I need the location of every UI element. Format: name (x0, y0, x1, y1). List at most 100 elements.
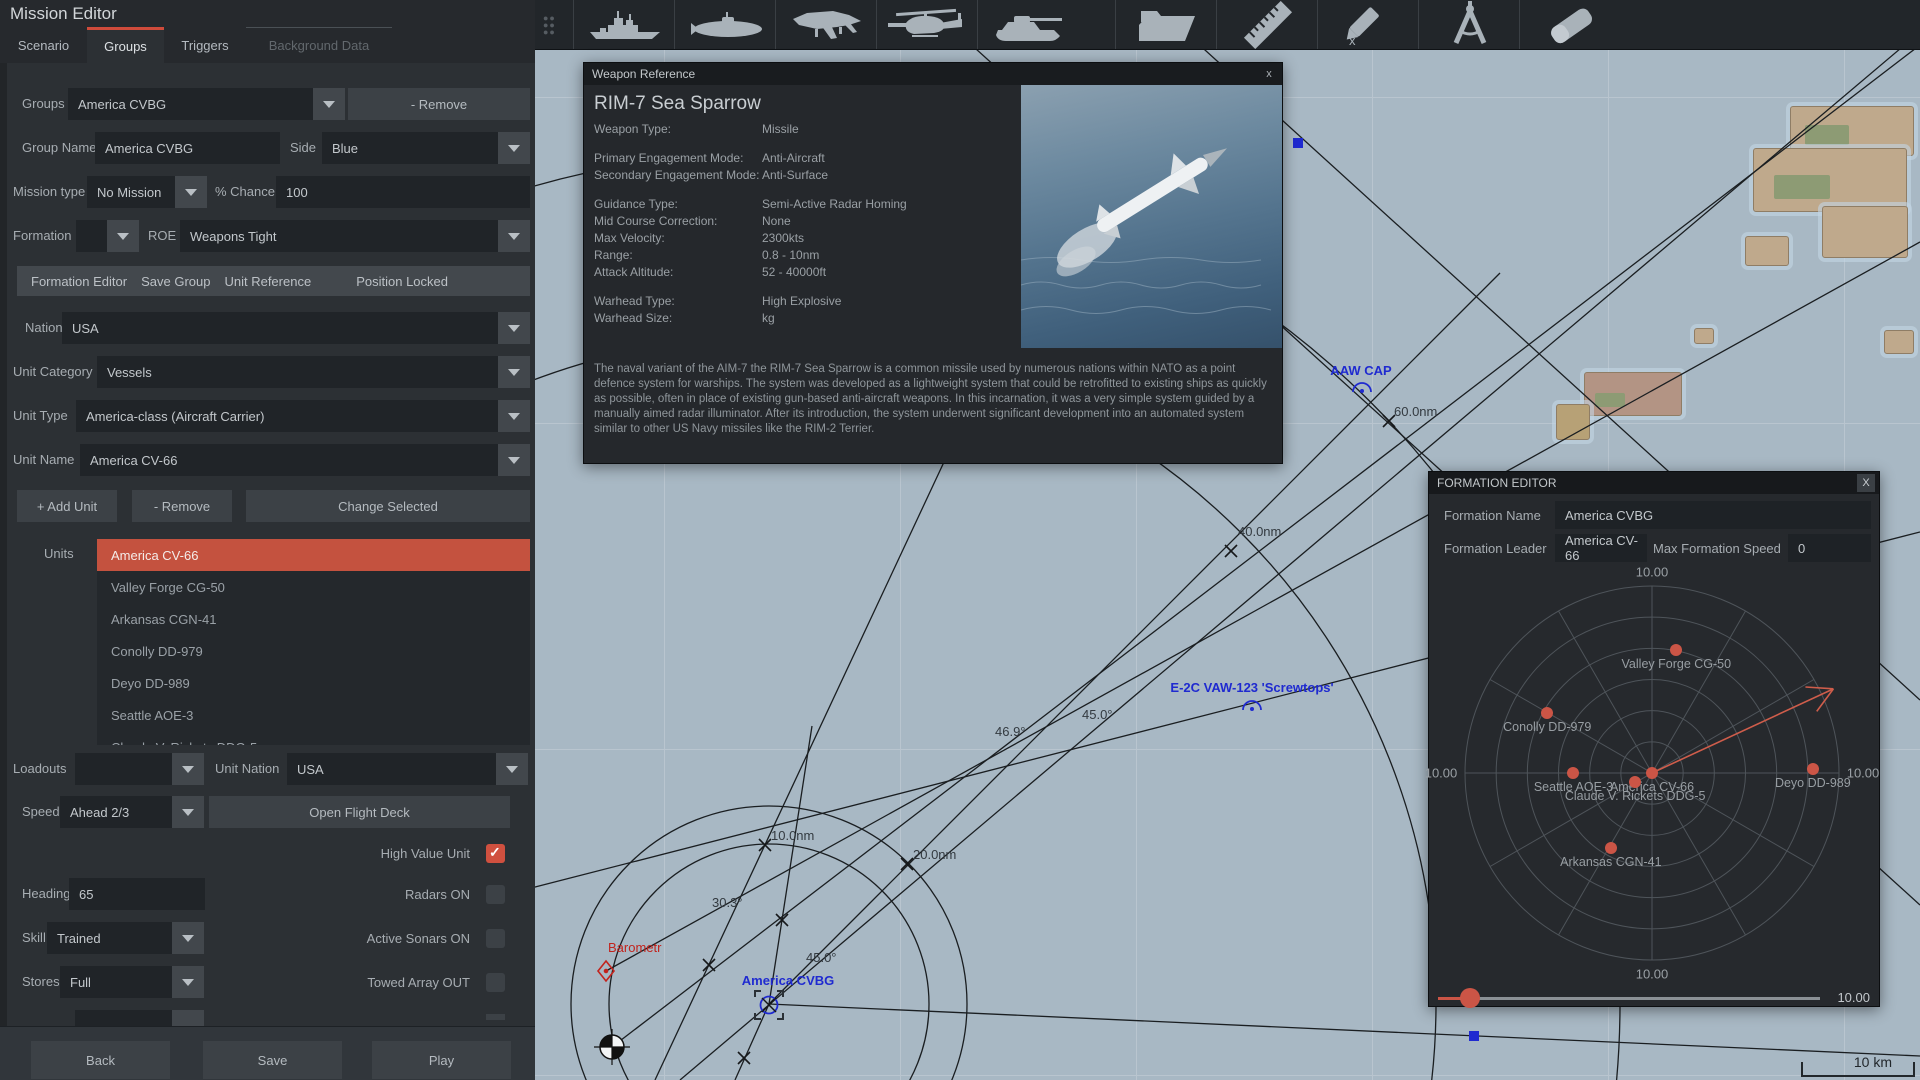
side-select[interactable]: Blue (322, 132, 498, 164)
tab-scenario[interactable]: Scenario (0, 27, 87, 63)
back-button[interactable]: Back (31, 1041, 170, 1079)
panel-title: Mission Editor (10, 4, 117, 23)
close-icon[interactable]: X (1857, 474, 1875, 492)
waypoint-cross[interactable] (900, 857, 914, 871)
group-name-input[interactable]: America CVBG (95, 132, 280, 164)
unit-list-item[interactable]: Arkansas CGN-41 (97, 603, 530, 635)
active-sonars-on-checkbox[interactable] (486, 929, 505, 948)
formation-ship-dot[interactable] (1629, 776, 1642, 789)
change-selected-button[interactable]: Change Selected (246, 490, 530, 522)
loadouts-dropdown-button[interactable] (172, 753, 204, 785)
formation-editor-button[interactable]: Formation Editor (31, 274, 127, 289)
nav-point-square[interactable] (1469, 1031, 1479, 1041)
waypoint-cross[interactable] (737, 1051, 751, 1065)
open-flight-deck-button[interactable]: Open Flight Deck (209, 796, 510, 828)
unit-list-item[interactable]: Seattle AOE-3 (97, 699, 530, 731)
nation-select[interactable]: USA (62, 312, 498, 344)
warship-icon-button[interactable] (573, 0, 675, 49)
skill-select[interactable]: Trained (47, 922, 172, 954)
max-formation-speed-input[interactable]: 0 (1788, 534, 1871, 562)
play-button[interactable]: Play (372, 1041, 511, 1079)
formation-ship-dot[interactable] (1541, 707, 1554, 720)
mission-type-select[interactable]: No Mission (87, 176, 175, 208)
speed-select[interactable]: Ahead 2/3 (60, 796, 172, 828)
unit-nation-select[interactable]: USA (287, 753, 496, 785)
remove-group-button[interactable]: - Remove (348, 88, 530, 120)
formation-ship-label: Valley Forge CG-50 (1621, 656, 1732, 671)
nav-point-square[interactable] (1293, 138, 1303, 148)
unit-list-item[interactable]: Valley Forge CG-50 (97, 571, 530, 603)
weapon-reference-titlebar[interactable]: Weapon Reference (584, 63, 1282, 85)
submarine-icon-button[interactable] (674, 0, 776, 49)
mission-type-dropdown-button[interactable] (175, 176, 207, 208)
tab-groups[interactable]: Groups (87, 27, 164, 63)
formation-editor-titlebar[interactable]: FORMATION EDITOR (1429, 472, 1879, 494)
helicopter-icon-button[interactable] (876, 0, 978, 49)
high-value-unit-checkbox[interactable] (486, 844, 505, 863)
unit-reference-button[interactable]: Unit Reference (224, 274, 311, 289)
roe-dropdown-button[interactable] (498, 220, 530, 252)
unit-list-item[interactable]: Deyo DD-989 (97, 667, 530, 699)
formation-ship-dot[interactable] (1806, 763, 1819, 776)
add-unit-button[interactable]: + Add Unit (17, 490, 117, 522)
unit-name-select[interactable]: America CV-66 (80, 444, 498, 476)
pencil-icon-button[interactable]: x (1317, 0, 1419, 49)
unit-type-select[interactable]: America-class (Aircraft Carrier) (76, 400, 498, 432)
unit-list-item[interactable]: America CV-66 (97, 539, 530, 571)
unit-category-select[interactable]: Vessels (97, 356, 498, 388)
position-locked-toggle[interactable]: Position Locked (356, 274, 448, 289)
formation-ship-dot[interactable] (1670, 643, 1683, 656)
groups-select[interactable]: America CVBG (68, 88, 313, 120)
stores-select[interactable]: Full (60, 966, 172, 998)
air-contact-symbol[interactable] (1242, 700, 1262, 711)
tank-icon-button[interactable] (977, 0, 1079, 49)
chance-input[interactable]: 100 (276, 176, 530, 208)
formation-name-input[interactable]: America CVBG (1555, 501, 1871, 529)
side-label: Side (290, 140, 317, 155)
unit-type-dropdown-button[interactable] (498, 400, 530, 432)
formation-leader-select[interactable]: America CV-66 (1555, 533, 1647, 563)
compass-icon-button[interactable] (1418, 0, 1520, 49)
speed-dropdown-button[interactable] (172, 796, 204, 828)
toolbar-grip-handle[interactable]: ●● ●● ●● (543, 14, 557, 37)
groups-dropdown-button[interactable] (313, 88, 345, 120)
unit-nation-dropdown-button[interactable] (496, 753, 528, 785)
formation-dropdown-button[interactable] (107, 220, 139, 252)
remove-unit-button[interactable]: - Remove (132, 490, 232, 522)
side-dropdown-button[interactable] (498, 132, 530, 164)
formation-ship-dot[interactable] (1646, 767, 1658, 779)
speed-label: Speed (22, 804, 60, 819)
heading-input[interactable]: 65 (69, 878, 205, 910)
formation-ship-dot[interactable] (1604, 841, 1617, 854)
unit-list-item[interactable]: Conolly DD-979 (97, 635, 530, 667)
unit-name-dropdown-button[interactable] (498, 444, 530, 476)
folder-icon-button[interactable] (1115, 0, 1217, 49)
stores-dropdown-button[interactable] (172, 966, 204, 998)
ruler-icon-button[interactable] (1216, 0, 1318, 49)
loadouts-select[interactable] (75, 753, 172, 785)
radars-on-checkbox[interactable] (486, 885, 505, 904)
save-button[interactable]: Save (203, 1041, 342, 1079)
tab-triggers[interactable]: Triggers (164, 27, 246, 63)
waypoint-cross[interactable] (702, 958, 716, 972)
waypoint-cross[interactable] (1224, 544, 1238, 558)
formation-ship-dot[interactable] (1567, 767, 1580, 779)
eraser-icon-button[interactable] (1519, 0, 1621, 49)
skill-dropdown-button[interactable] (172, 922, 204, 954)
roe-select[interactable]: Weapons Tight (180, 220, 498, 252)
unit-category-dropdown-button[interactable] (498, 356, 530, 388)
slider-knob[interactable] (1460, 988, 1480, 1008)
waypoint-cross[interactable] (758, 838, 772, 852)
towed-array-out-checkbox[interactable] (486, 973, 505, 992)
formation-polar-chart[interactable]: 10.00 10.00 10.00 10.00 America CV-66 Valley … (1425, 565, 1880, 982)
nation-dropdown-button[interactable] (498, 312, 530, 344)
save-group-button[interactable]: Save Group (141, 274, 210, 289)
panel-scrollbar[interactable] (0, 63, 7, 1026)
formation-select[interactable] (76, 220, 107, 252)
close-icon[interactable]: x (1260, 65, 1278, 83)
tab-background-data[interactable]: Background Data (246, 27, 392, 63)
clipped-row (486, 1014, 505, 1020)
slider-track[interactable] (1438, 997, 1820, 1000)
unit-list-item[interactable]: Claude V. Rickets DDG-5 (97, 731, 530, 746)
aircraft-icon-button[interactable] (775, 0, 877, 49)
